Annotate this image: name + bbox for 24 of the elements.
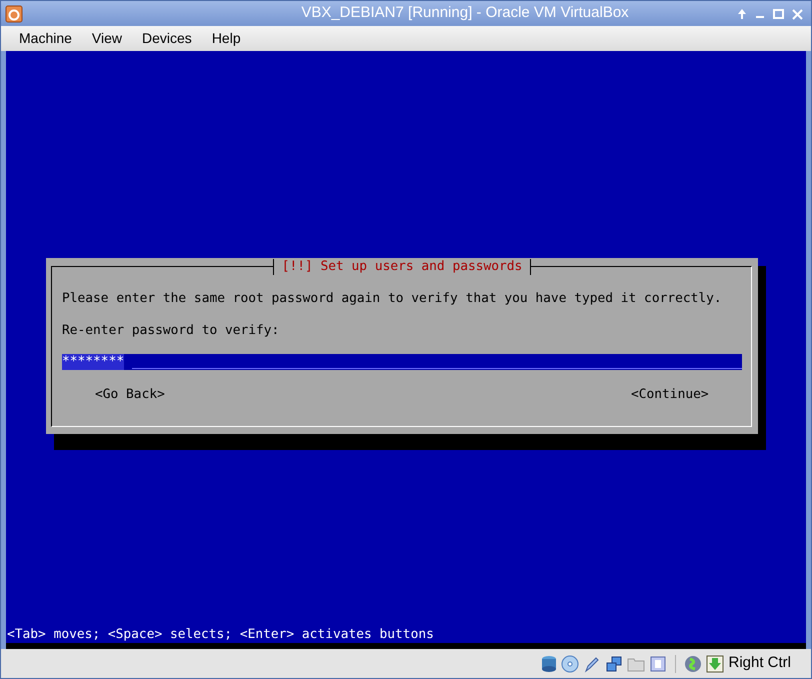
dialog-button[interactable]: <Continue> <box>631 387 709 403</box>
arrow-up-icon[interactable] <box>737 8 747 20</box>
dialog-message: Please enter the same root password again to verify that you have typed it correctly. <box>62 291 722 307</box>
window-title: VBX_DEBIAN7 [Running] - Oracle VM VirtualBox <box>300 3 630 24</box>
menu-item[interactable]: View <box>82 28 132 49</box>
menu-item[interactable]: Devices <box>132 28 202 49</box>
help-line: <Tab> moves; <Space> selects; <Enter> activates buttons <box>7 627 434 643</box>
windows-icon[interactable] <box>605 654 624 672</box>
disk-icon[interactable] <box>541 654 558 672</box>
dialog-title: [!!] Set up users and passwords <box>272 259 532 275</box>
close-icon[interactable] <box>792 8 803 20</box>
app-icon[interactable] <box>5 4 23 22</box>
disc-icon[interactable] <box>561 654 580 672</box>
chip-icon[interactable] <box>649 654 668 672</box>
dialog-button[interactable]: <Go Back> <box>95 387 165 403</box>
pen-icon[interactable] <box>583 654 602 672</box>
globe-icon[interactable] <box>684 654 702 672</box>
maximize-icon[interactable] <box>773 8 784 20</box>
host-key-label: Right Ctrl <box>728 653 791 674</box>
arrow-down-icon[interactable] <box>706 654 724 672</box>
field-label: Re-enter password to verify: <box>62 323 280 339</box>
password-field[interactable]: ******** <box>62 354 742 370</box>
menu-item[interactable]: Machine <box>9 28 82 49</box>
menu-item[interactable]: Help <box>202 28 251 49</box>
